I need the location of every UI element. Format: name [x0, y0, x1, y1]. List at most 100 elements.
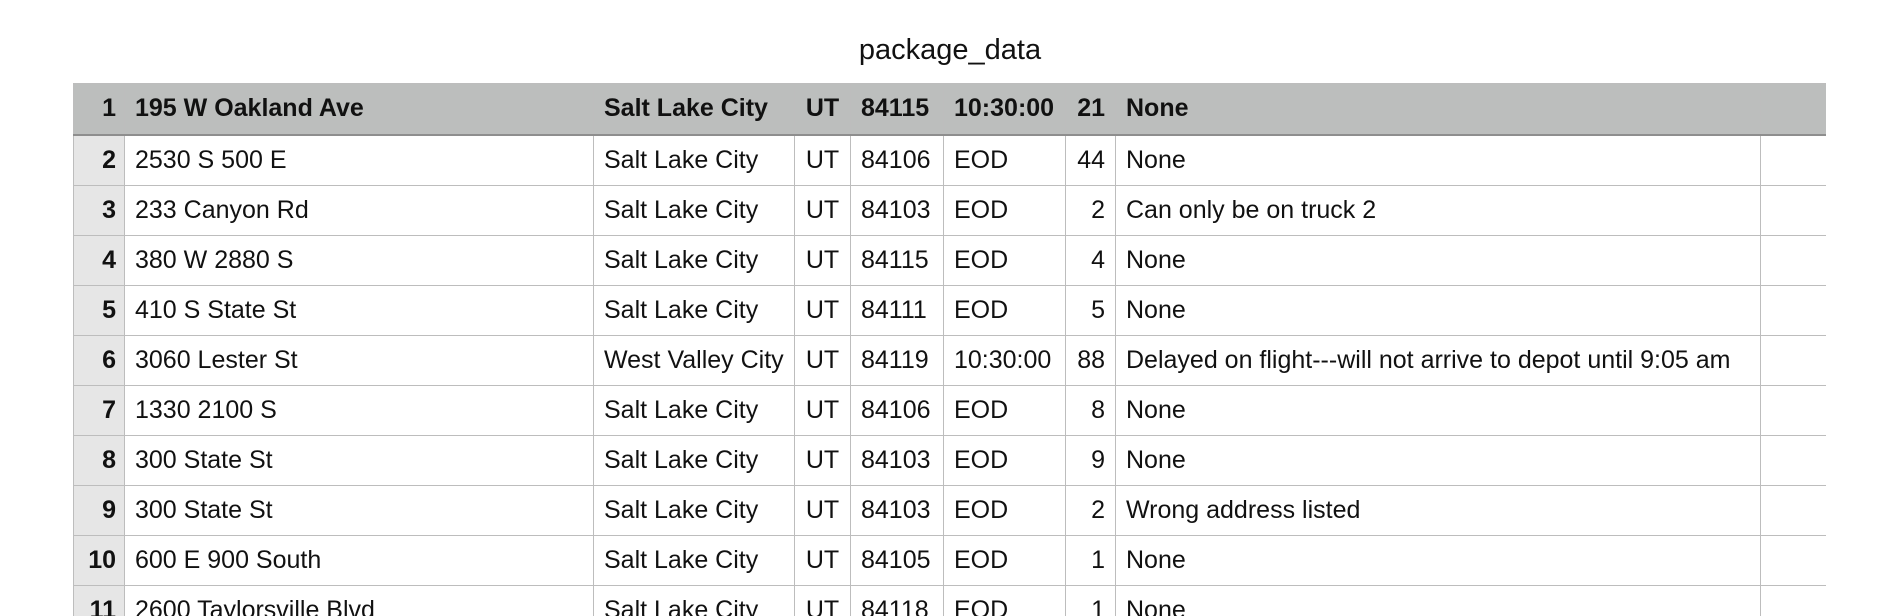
cell-zip[interactable]: 84115 — [850, 83, 944, 136]
cell-deadline[interactable]: 10:30:00 — [943, 83, 1066, 136]
cell-deadline[interactable]: EOD — [943, 534, 1066, 586]
cell-extra[interactable] — [1760, 284, 1826, 336]
cell-state[interactable]: UT — [794, 284, 851, 336]
cell-weight[interactable]: 2 — [1065, 484, 1116, 536]
cell-row-number[interactable]: 1 — [73, 83, 125, 136]
cell-extra[interactable] — [1760, 584, 1826, 616]
cell-state[interactable]: UT — [794, 184, 851, 236]
cell-extra[interactable] — [1760, 384, 1826, 436]
cell-notes[interactable]: None — [1115, 284, 1761, 336]
cell-zip[interactable]: 84103 — [850, 434, 944, 486]
cell-extra[interactable] — [1760, 534, 1826, 586]
cell-notes[interactable]: None — [1115, 134, 1761, 186]
cell-row-number[interactable]: 8 — [73, 434, 125, 486]
cell-weight[interactable]: 2 — [1065, 184, 1116, 236]
cell-row-number[interactable]: 4 — [73, 234, 125, 286]
cell-notes[interactable]: Wrong address listed — [1115, 484, 1761, 536]
cell-extra[interactable] — [1760, 334, 1826, 386]
cell-deadline[interactable]: EOD — [943, 384, 1066, 436]
cell-address[interactable]: 195 W Oakland Ave — [124, 83, 594, 136]
cell-notes[interactable]: None — [1115, 234, 1761, 286]
cell-weight[interactable]: 44 — [1065, 134, 1116, 186]
cell-zip[interactable]: 84105 — [850, 534, 944, 586]
cell-notes[interactable]: Can only be on truck 2 — [1115, 184, 1761, 236]
cell-row-number[interactable]: 10 — [73, 534, 125, 586]
cell-deadline[interactable]: EOD — [943, 584, 1066, 616]
cell-zip[interactable]: 84111 — [850, 284, 944, 336]
cell-extra[interactable] — [1760, 484, 1826, 536]
cell-city[interactable]: Salt Lake City — [593, 284, 795, 336]
cell-weight[interactable]: 5 — [1065, 284, 1116, 336]
cell-address[interactable]: 600 E 900 South — [124, 534, 594, 586]
cell-zip[interactable]: 84103 — [850, 184, 944, 236]
cell-city[interactable]: Salt Lake City — [593, 234, 795, 286]
cell-state[interactable]: UT — [794, 83, 851, 136]
cell-address[interactable]: 410 S State St — [124, 284, 594, 336]
cell-row-number[interactable]: 11 — [73, 584, 125, 616]
cell-city[interactable]: Salt Lake City — [593, 83, 795, 136]
cell-city[interactable]: Salt Lake City — [593, 384, 795, 436]
cell-zip[interactable]: 84115 — [850, 234, 944, 286]
cell-state[interactable]: UT — [794, 434, 851, 486]
cell-notes[interactable]: None — [1115, 584, 1761, 616]
cell-row-number[interactable]: 7 — [73, 384, 125, 436]
cell-state[interactable]: UT — [794, 484, 851, 536]
cell-zip[interactable]: 84106 — [850, 384, 944, 436]
cell-state[interactable]: UT — [794, 534, 851, 586]
cell-row-number[interactable]: 2 — [73, 134, 125, 186]
cell-weight[interactable]: 88 — [1065, 334, 1116, 386]
cell-extra[interactable] — [1760, 434, 1826, 486]
cell-zip[interactable]: 84106 — [850, 134, 944, 186]
cell-state[interactable]: UT — [794, 334, 851, 386]
cell-notes[interactable]: None — [1115, 434, 1761, 486]
cell-city[interactable]: Salt Lake City — [593, 434, 795, 486]
cell-deadline[interactable]: EOD — [943, 134, 1066, 186]
cell-city[interactable]: Salt Lake City — [593, 534, 795, 586]
cell-deadline[interactable]: EOD — [943, 234, 1066, 286]
cell-weight[interactable]: 1 — [1065, 534, 1116, 586]
cell-city[interactable]: Salt Lake City — [593, 184, 795, 236]
cell-address[interactable]: 300 State St — [124, 484, 594, 536]
cell-weight[interactable]: 4 — [1065, 234, 1116, 286]
cell-weight[interactable]: 21 — [1065, 83, 1116, 136]
cell-address[interactable]: 380 W 2880 S — [124, 234, 594, 286]
cell-deadline[interactable]: EOD — [943, 284, 1066, 336]
cell-extra[interactable] — [1760, 184, 1826, 236]
cell-extra[interactable] — [1760, 234, 1826, 286]
cell-address[interactable]: 1330 2100 S — [124, 384, 594, 436]
cell-notes[interactable]: None — [1115, 83, 1761, 136]
cell-zip[interactable]: 84119 — [850, 334, 944, 386]
cell-row-number[interactable]: 3 — [73, 184, 125, 236]
cell-row-number[interactable]: 9 — [73, 484, 125, 536]
cell-city[interactable]: Salt Lake City — [593, 484, 795, 536]
cell-zip[interactable]: 84118 — [850, 584, 944, 616]
cell-city[interactable]: Salt Lake City — [593, 134, 795, 186]
cell-address[interactable]: 233 Canyon Rd — [124, 184, 594, 236]
cell-city[interactable]: West Valley City — [593, 334, 795, 386]
cell-deadline[interactable]: EOD — [943, 434, 1066, 486]
cell-notes[interactable]: None — [1115, 384, 1761, 436]
cell-state[interactable]: UT — [794, 584, 851, 616]
cell-notes[interactable]: Delayed on flight---will not arrive to d… — [1115, 334, 1761, 386]
table-row: 10 600 E 900 South Salt Lake City UT 84105 EO… — [73, 534, 1826, 586]
cell-notes[interactable]: None — [1115, 534, 1761, 586]
cell-extra[interactable] — [1760, 83, 1826, 136]
cell-state[interactable]: UT — [794, 134, 851, 186]
cell-state[interactable]: UT — [794, 384, 851, 436]
cell-deadline[interactable]: 10:30:00 — [943, 334, 1066, 386]
cell-state[interactable]: UT — [794, 234, 851, 286]
cell-address[interactable]: 3060 Lester St — [124, 334, 594, 386]
cell-address[interactable]: 300 State St — [124, 434, 594, 486]
cell-row-number[interactable]: 6 — [73, 334, 125, 386]
cell-city[interactable]: Salt Lake City — [593, 584, 795, 616]
cell-address[interactable]: 2530 S 500 E — [124, 134, 594, 186]
cell-address[interactable]: 2600 Taylorsville Blvd — [124, 584, 594, 616]
cell-weight[interactable]: 8 — [1065, 384, 1116, 436]
cell-deadline[interactable]: EOD — [943, 184, 1066, 236]
cell-zip[interactable]: 84103 — [850, 484, 944, 536]
cell-weight[interactable]: 9 — [1065, 434, 1116, 486]
cell-row-number[interactable]: 5 — [73, 284, 125, 336]
cell-deadline[interactable]: EOD — [943, 484, 1066, 536]
cell-extra[interactable] — [1760, 134, 1826, 186]
cell-weight[interactable]: 1 — [1065, 584, 1116, 616]
